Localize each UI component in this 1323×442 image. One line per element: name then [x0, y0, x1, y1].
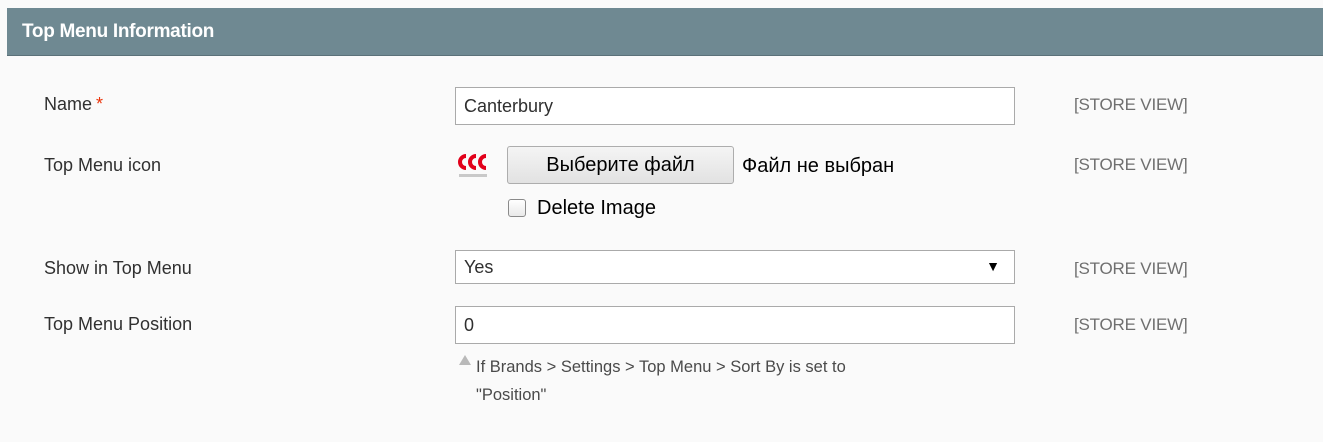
file-status-text: Файл не выбран — [742, 155, 895, 177]
show-in-menu-label: Show in Top Menu — [44, 258, 192, 278]
show-in-menu-select[interactable]: Yes ▼ — [455, 250, 1015, 284]
required-mark: * — [96, 94, 104, 114]
position-input[interactable] — [455, 306, 1015, 344]
icon-label: Top Menu icon — [44, 155, 162, 175]
show-in-menu-scope-label: [STORE VIEW] — [1074, 259, 1188, 278]
position-scope-label: [STORE VIEW] — [1074, 315, 1188, 334]
top-menu-information-fieldset: Top Menu Information Name* [STORE VIEW] … — [0, 0, 1323, 442]
name-scope-label: [STORE VIEW] — [1074, 95, 1188, 114]
name-input[interactable] — [455, 87, 1015, 125]
section-header[interactable]: Top Menu Information — [7, 8, 1323, 56]
show-in-menu-value: Yes — [464, 257, 494, 277]
canterbury-logo-icon — [455, 152, 493, 180]
delete-image-label[interactable]: Delete Image — [537, 197, 656, 220]
name-label-text: Name — [44, 94, 93, 114]
chevron-down-icon: ▼ — [986, 258, 1000, 274]
icon-scope-label: [STORE VIEW] — [1074, 155, 1188, 174]
choose-file-button[interactable]: Выберите файл — [507, 146, 734, 184]
position-label: Top Menu Position — [44, 314, 193, 334]
name-label: Name * — [44, 94, 103, 115]
section-title: Top Menu Information — [22, 21, 215, 42]
note-arrow-icon — [459, 355, 471, 365]
delete-image-checkbox[interactable] — [508, 199, 526, 217]
position-note-line1: If Brands > Settings > Top Menu > Sort B… — [476, 358, 846, 376]
position-note-line2: "Position" — [476, 386, 547, 404]
